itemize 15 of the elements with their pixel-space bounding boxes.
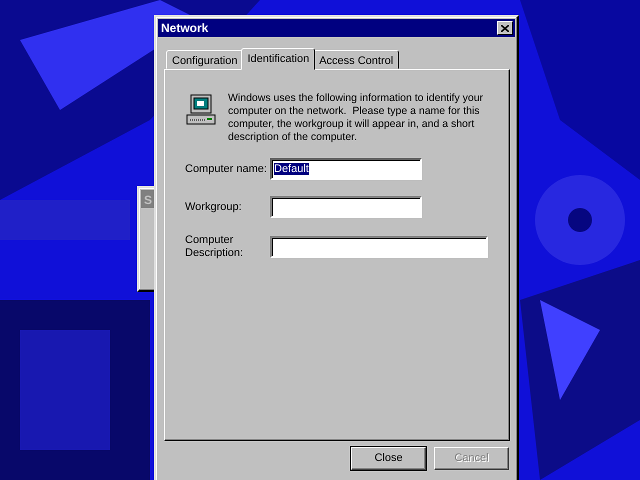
computer-icon: [185, 94, 217, 126]
text-field[interactable]: [270, 196, 422, 218]
window-title: Network: [161, 20, 208, 37]
field-label: Computer Description:: [185, 234, 244, 260]
field-label: Workgroup:: [185, 200, 243, 214]
close-icon: [501, 24, 509, 32]
tab[interactable]: Configuration: [166, 50, 244, 69]
description-text: Windows uses the following information to identify your computer on the network. Please type a name for this computer, the workgroup it will appear in, and a short description of the computer.: [228, 92, 484, 144]
text-field[interactable]: [270, 236, 488, 258]
tab[interactable]: Access Control: [313, 50, 400, 69]
tab[interactable]: Identification: [241, 48, 316, 70]
text-field[interactable]: Default: [270, 158, 422, 180]
field-label: Computer name:: [185, 162, 268, 176]
dialog-button[interactable]: Close: [351, 447, 426, 470]
close-button[interactable]: [497, 21, 513, 35]
